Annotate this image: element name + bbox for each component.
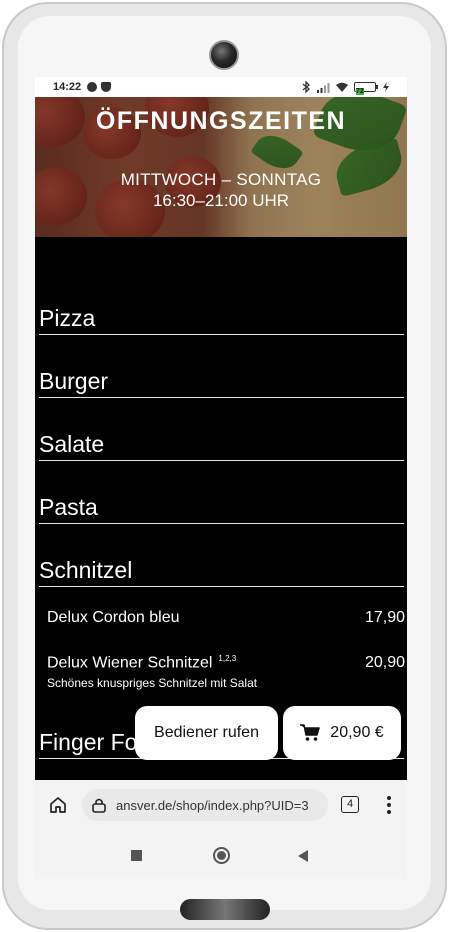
back-icon[interactable] bbox=[298, 850, 308, 862]
item-name: Delux Cordon bleu bbox=[47, 609, 180, 626]
charging-icon bbox=[383, 82, 389, 92]
battery-icon: 72 bbox=[354, 82, 378, 95]
menu-item-cordon-bleu[interactable]: Delux Cordon bleu 17,90 bbox=[47, 609, 405, 627]
signal-icon bbox=[317, 82, 330, 93]
item-price: 17,90 bbox=[364, 609, 405, 626]
category-pasta[interactable]: Pasta bbox=[39, 490, 404, 524]
bluetooth-icon bbox=[302, 81, 310, 93]
wifi-icon bbox=[336, 82, 348, 92]
banner-hours: 16:30–21:00 UHR bbox=[152, 191, 290, 210]
cart-total: 20,90 € bbox=[330, 724, 384, 741]
banner-title: ÖFFNUNGSZEITEN bbox=[95, 107, 347, 135]
url-text: ansver.de/shop/index.php?UID=3 bbox=[116, 797, 309, 813]
url-bar[interactable]: ansver.de/shop/index.php?UID=3 bbox=[82, 789, 328, 821]
item-description: Schönes knuspriges Schnitzel mit Salat bbox=[47, 676, 258, 691]
cart-icon bbox=[300, 724, 321, 741]
lock-icon bbox=[92, 798, 106, 813]
category-salate[interactable]: Salate bbox=[39, 427, 404, 461]
home-icon[interactable] bbox=[49, 796, 67, 814]
item-name: Delux Wiener Schnitzel bbox=[47, 654, 213, 672]
tab-switcher-button[interactable]: 4 bbox=[341, 796, 359, 813]
android-nav-bar bbox=[35, 830, 407, 879]
cart-button[interactable]: 20,90 € bbox=[283, 706, 401, 760]
category-schnitzel[interactable]: Schnitzel bbox=[39, 553, 404, 587]
recents-icon[interactable] bbox=[131, 850, 142, 861]
item-price: 20,90 bbox=[364, 654, 405, 672]
status-icons: 72 bbox=[302, 81, 389, 95]
call-waiter-label: Bediener rufen bbox=[154, 724, 259, 741]
more-vert-icon[interactable] bbox=[387, 796, 391, 814]
status-bar: 14:22 72 bbox=[35, 77, 407, 97]
browser-toolbar: ansver.de/shop/index.php?UID=3 4 bbox=[35, 780, 407, 830]
status-time: 14:22 bbox=[53, 81, 82, 93]
shield-icon bbox=[101, 82, 112, 92]
opening-hours-banner: ÖFFNUNGSZEITEN MITTWOCH – SONNTAG 16:30–… bbox=[35, 97, 407, 237]
call-waiter-button[interactable]: Bediener rufen bbox=[135, 706, 278, 760]
camera-icon bbox=[209, 40, 239, 70]
item-allergens: 1,2,3 bbox=[218, 654, 237, 663]
battery-level: 72 bbox=[356, 88, 364, 95]
notification-icon bbox=[87, 82, 98, 92]
home-nav-icon[interactable] bbox=[213, 847, 230, 864]
banner-days: MITTWOCH – SONNTAG bbox=[120, 170, 322, 189]
category-pizza[interactable]: Pizza bbox=[39, 301, 404, 335]
menu-item-wiener-schnitzel[interactable]: Delux Wiener Schnitzel 1,2,3 20,90 Schöne… bbox=[47, 654, 405, 690]
phone-home-button bbox=[180, 899, 270, 920]
category-burger[interactable]: Burger bbox=[39, 364, 404, 398]
screen: 14:22 72 ÖFFNUNGSZEITEN MITTWOCH – SONNT… bbox=[35, 77, 407, 879]
